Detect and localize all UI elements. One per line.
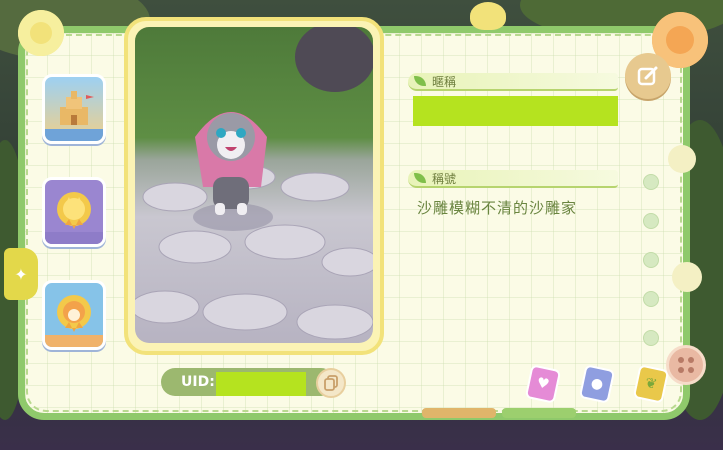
title-label-text: 稱號 [432, 172, 457, 186]
sandcastle-icon [60, 91, 94, 125]
sandcastle-badge[interactable] [42, 74, 106, 144]
character-photo [135, 27, 373, 343]
heart-icon: ♥ [535, 374, 551, 394]
leaf-icon [414, 173, 426, 183]
more-options-button[interactable] [666, 345, 706, 385]
leaf-icon [414, 76, 426, 86]
pencil-square-icon [637, 66, 658, 86]
yellow-flower-decoration [18, 10, 64, 56]
uid-label: UID: [181, 374, 215, 390]
dot [643, 252, 659, 268]
bottom-tab-indicator [422, 408, 496, 418]
dot [643, 213, 659, 229]
star-flower-decoration [470, 2, 506, 30]
leaf-card-icon: ❦ [643, 374, 659, 394]
nickname-value [413, 96, 618, 126]
edit-button[interactable] [625, 53, 671, 99]
nickname-label: 暱稱 [408, 73, 618, 91]
bottom-tab-indicator [502, 408, 576, 418]
title-label: 稱號 [408, 170, 618, 188]
uid-value [216, 372, 306, 396]
white-flower-decoration [668, 145, 696, 173]
orb-icon: ● [589, 374, 605, 394]
sparkle-icon: ✦ [14, 264, 28, 284]
dot [643, 174, 659, 190]
side-expand-tab[interactable]: ✦ [4, 248, 38, 300]
cat-medal-badge[interactable] [42, 177, 106, 247]
character-scene-illustration [135, 27, 373, 340]
copy-uid-button[interactable] [316, 368, 346, 398]
title-value[interactable]: 沙雕模糊不清的沙雕家 [417, 197, 577, 218]
dot [643, 291, 659, 307]
copy-icon [324, 375, 338, 391]
cat-medal-icon [57, 192, 91, 229]
white-flower-decoration [672, 262, 702, 292]
dot [643, 330, 659, 346]
button-dots-icon [678, 357, 694, 373]
nickname-label-text: 暱稱 [432, 75, 457, 89]
shiba-medal-badge[interactable] [42, 280, 106, 350]
shiba-medal-icon [57, 295, 91, 332]
